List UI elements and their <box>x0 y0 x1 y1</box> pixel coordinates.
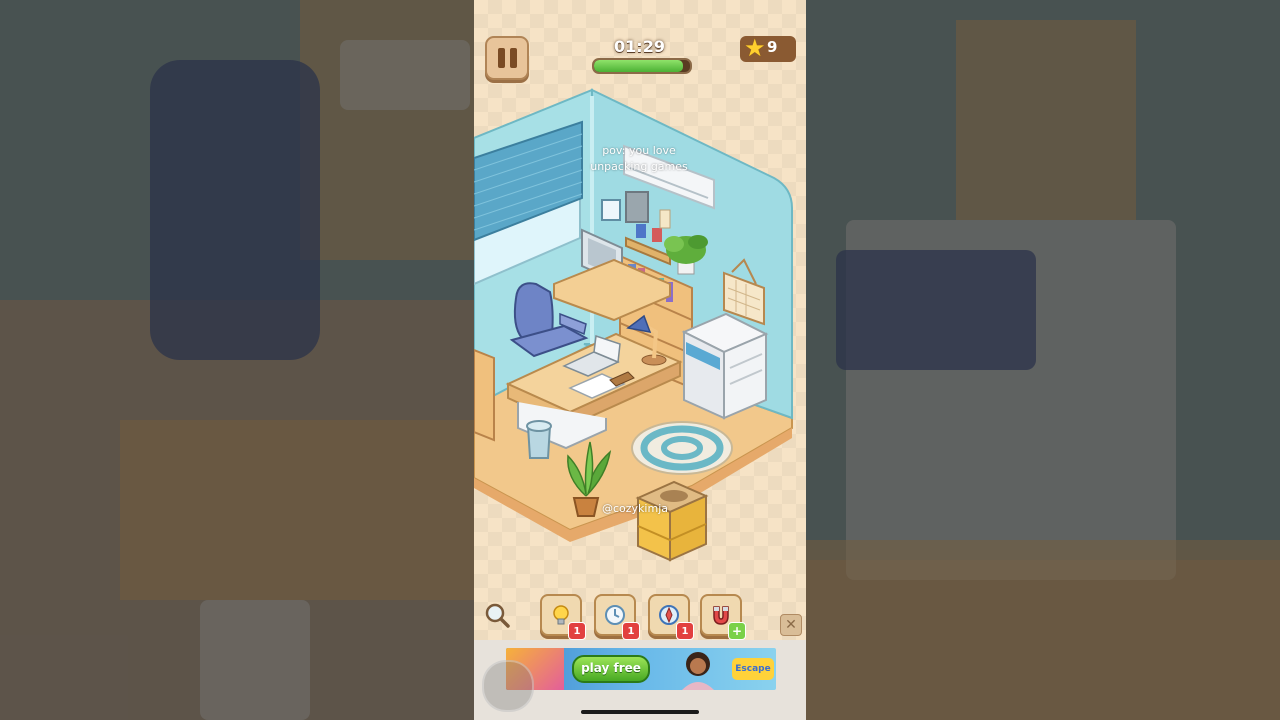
background-right <box>806 0 1280 720</box>
ad-logo: Escape <box>732 658 774 680</box>
ad-banner[interactable]: play free Escape <box>506 648 776 690</box>
printer[interactable] <box>681 312 769 420</box>
tool-bar: 1 1 1 + ✕ <box>474 590 806 640</box>
wall-frame <box>601 199 621 221</box>
stars-count: 9 <box>767 38 778 56</box>
game-screen: 01:29 ★ 9 pov: you love unpacking games … <box>474 0 806 720</box>
magnet-tool-button[interactable]: + <box>700 594 746 640</box>
ad-play-free-button[interactable]: play free <box>572 655 650 683</box>
compass-tool-button[interactable]: 1 <box>648 594 694 640</box>
trash-bin[interactable] <box>526 420 552 459</box>
add-tool-badge: + <box>728 622 746 640</box>
tool-badge: 1 <box>568 622 586 640</box>
assistive-touch-button[interactable] <box>482 660 534 712</box>
ad-area: play free Escape <box>474 640 806 720</box>
round-rug[interactable] <box>631 421 733 475</box>
hint-tool-button[interactable]: 1 <box>540 594 586 640</box>
freeze-tool-button[interactable]: 1 <box>594 594 640 640</box>
tool-badge: 1 <box>676 622 694 640</box>
side-cabinet[interactable] <box>474 348 495 442</box>
watermark: @cozykimja <box>602 502 668 515</box>
cup <box>659 209 671 229</box>
magnifier-icon[interactable] <box>484 602 510 628</box>
pause-button[interactable] <box>485 36 529 80</box>
close-icon: ✕ <box>785 617 797 633</box>
timer-bar-fill <box>594 60 684 72</box>
video-caption: pov: you love unpacking games <box>590 144 688 173</box>
timer-text: 01:29 <box>614 37 665 56</box>
ad-character <box>682 652 714 690</box>
tool-badge: 1 <box>622 622 640 640</box>
wall-frame-dark <box>625 191 649 223</box>
close-button[interactable]: ✕ <box>780 614 802 636</box>
star-icon: ★ <box>744 34 766 62</box>
home-indicator[interactable] <box>581 710 699 714</box>
timer-bar <box>592 58 692 74</box>
cardboard-box[interactable] <box>635 480 709 562</box>
background-left <box>0 0 474 720</box>
pause-icon <box>497 48 505 68</box>
